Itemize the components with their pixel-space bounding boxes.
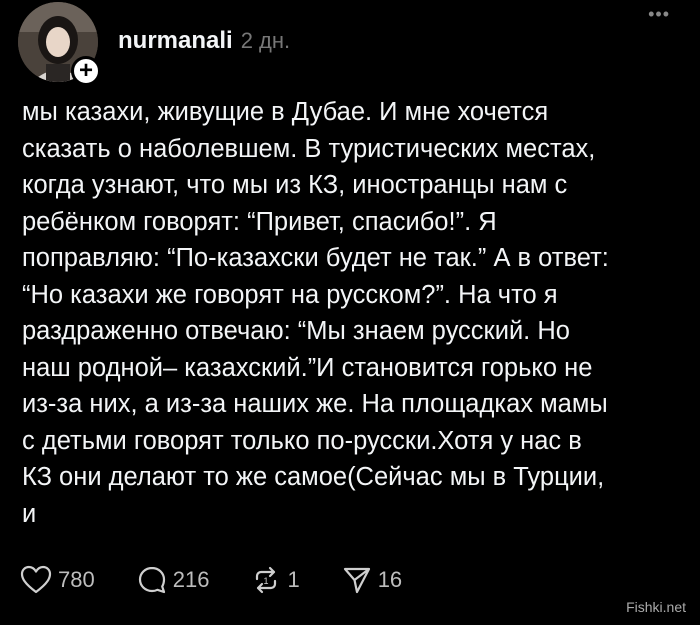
share-count: 16 — [377, 567, 403, 592]
post-header: nurmanali 2 дн. — [118, 27, 290, 55]
comment-button[interactable]: 216 — [137, 565, 210, 595]
plus-icon: + — [78, 57, 93, 84]
post-text: мы казахи, живущие в Дубае. И мне хочетс… — [22, 98, 609, 528]
username[interactable]: nurmanali — [118, 27, 233, 55]
send-icon — [343, 567, 370, 594]
comment-count: 216 — [172, 567, 210, 592]
repost-count: 1 — [287, 567, 300, 592]
more-options-icon[interactable]: ••• — [648, 4, 670, 25]
timestamp: 2 дн. — [240, 28, 291, 53]
svg-text:1: 1 — [264, 576, 269, 586]
like-button[interactable]: 780 — [20, 565, 95, 595]
repost-icon: 1 — [256, 566, 277, 594]
share-button[interactable]: 16 — [342, 565, 402, 595]
repost-button[interactable]: 1 1 — [251, 565, 300, 595]
watermark: Fishki.net — [626, 599, 686, 615]
heart-icon — [20, 565, 52, 594]
follow-button[interactable]: + — [71, 56, 101, 86]
comment-bubble-icon — [138, 566, 165, 594]
action-bar: 780 216 1 1 16 — [20, 565, 444, 595]
like-count: 780 — [58, 567, 95, 592]
